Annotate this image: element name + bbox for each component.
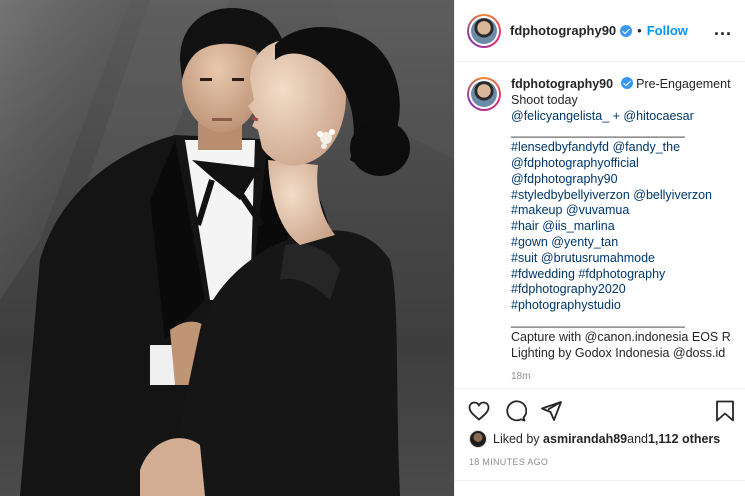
caption-username[interactable]: fdphotography90 [511, 77, 613, 91]
author-avatar[interactable] [467, 13, 501, 48]
likes-summary: Liked by asmirandah89 and 1,112 others [469, 430, 720, 448]
caption-hashtag[interactable]: #photographystudio [511, 298, 731, 314]
likes-count[interactable]: 1,112 others [648, 432, 720, 446]
caption-mention[interactable]: @fdphotography90 [511, 172, 731, 188]
likes-and: and [627, 432, 648, 446]
caption-hashtag[interactable]: #fdphotography2020 [511, 282, 731, 298]
more-icon[interactable]: ... [714, 20, 732, 38]
likes-prefix: Liked by [493, 432, 540, 446]
caption-line: Shoot today [511, 92, 578, 107]
caption-mention[interactable]: @felicyangelista_ + @hitocaesar [511, 109, 731, 125]
caption-line: Lighting by Godox Indonesia @doss.id [511, 345, 726, 360]
liker-username[interactable]: asmirandah89 [543, 432, 627, 446]
caption-hashtag[interactable]: #gown @yenty_tan [511, 235, 731, 251]
caption-section: fdphotography90 Pre-Engagement Shoot tod… [455, 63, 745, 383]
couple-photo-illustration [0, 0, 454, 496]
post-timestamp[interactable]: 18 MINUTES AGO [469, 457, 548, 467]
caption-hashtag[interactable]: #fdwedding #fdphotography [511, 267, 731, 283]
caption-time: 18m [511, 371, 531, 383]
post-side-panel: fdphotography90 • Follow ... fdphotograp… [454, 0, 745, 496]
caption-divider: _________________________ [511, 124, 685, 139]
caption-avatar[interactable] [467, 77, 501, 111]
follow-button[interactable]: Follow [647, 23, 688, 38]
caption: fdphotography90 Pre-Engagement Shoot tod… [467, 77, 734, 361]
verified-icon [620, 24, 633, 37]
caption-hashtag[interactable]: #hair @iis_marlina [511, 219, 731, 235]
caption-divider: _________________________ [511, 313, 685, 328]
comment-box-area [455, 480, 745, 496]
caption-mention[interactable]: @fdphotographyofficial [511, 156, 731, 172]
caption-hashtag[interactable]: #suit @brutusrumahmode [511, 251, 731, 267]
caption-hashtag[interactable]: #lensedbyfandyfd @fandy_the [511, 140, 731, 156]
caption-line: Pre-Engagement [636, 77, 731, 91]
author-username[interactable]: fdphotography90 [510, 23, 616, 38]
bookmark-icon[interactable] [713, 399, 737, 423]
caption-hashtag[interactable]: #makeup @vuvamua [511, 203, 731, 219]
action-bar [455, 388, 745, 432]
heart-icon[interactable] [467, 399, 491, 423]
post-photo[interactable] [0, 0, 454, 496]
separator-dot: • [637, 23, 642, 38]
caption-line: Capture with @canon.indonesia EOS R [511, 329, 731, 344]
caption-text: fdphotography90 Pre-Engagement Shoot tod… [511, 77, 731, 361]
verified-icon [620, 77, 633, 89]
liker-avatar[interactable] [469, 430, 487, 448]
share-icon[interactable] [539, 399, 563, 423]
caption-hashtag[interactable]: #styledbybellyiverzon @bellyiverzon [511, 188, 731, 204]
comment-icon[interactable] [503, 399, 527, 423]
post-header: fdphotography90 • Follow ... [455, 0, 745, 62]
